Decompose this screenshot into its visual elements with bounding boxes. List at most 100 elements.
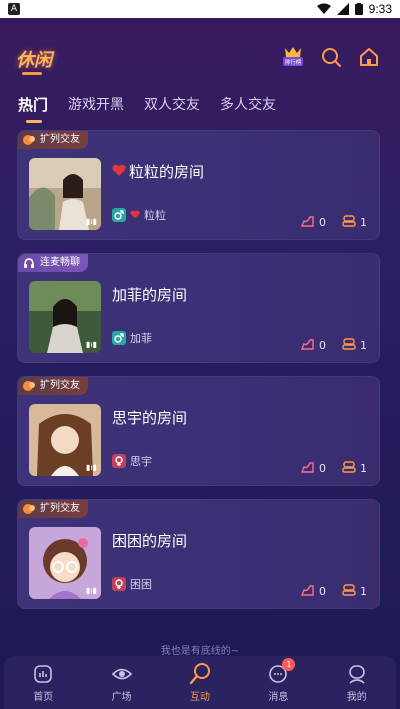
status-bar: A 9:33 [0,0,400,18]
signal-icon [336,3,349,15]
search-button[interactable] [318,44,344,70]
eye-icon [110,662,134,686]
audio-wave-icon: ▮ı▮ [85,586,97,595]
female-gender-icon [112,454,126,468]
nav-interact[interactable]: 互动 [170,662,230,703]
profile-icon [345,662,369,686]
end-of-list-note: 我也是有底线的~ [160,646,240,657]
room-tag-label: 扩列交友 [40,380,80,391]
seats-stat: 1 [342,338,367,353]
unread-badge: 1 [282,658,296,671]
owner-name: 困困 [130,578,152,591]
nav-label: 我的 [346,692,367,703]
home-shortcut-button[interactable] [356,44,382,70]
headphones-icon [24,258,34,268]
wifi-icon [316,3,331,14]
nav-eye[interactable]: 广场 [92,662,152,703]
ranking-icon: 排行榜 [283,47,303,66]
fire-bubble-icon [23,504,35,514]
room-tag-label: 扩列交友 [40,503,80,514]
interact-icon [188,662,212,686]
room-tag: 连麦畅聊 [18,254,88,272]
seats-count: 1 [360,216,367,229]
nav-home[interactable]: 首页 [13,662,73,703]
room-stats: 01 [300,461,367,476]
room-tag: 扩列交友 [18,377,88,395]
likes-count: 0 [319,462,326,475]
high-heel-icon [300,584,315,599]
owner-name: 粒粒 [144,209,166,222]
ranking-button[interactable]: 排行榜 [280,44,306,70]
room-list: 扩列交友 ▮ı▮ 粒粒的房间 粒粒 0 1 连麦畅聊 ▮ı▮ 加菲的房间 加菲 0 1 扩列交友 ▮ı▮ 思… [17,130,380,622]
seats-count: 1 [360,339,367,352]
male-gender-icon [112,208,126,222]
room-stats: 01 [300,584,367,599]
room-tag: 扩列交友 [18,500,88,518]
tab-game[interactable]: 游戏开黑 [68,94,124,115]
nav-label: 互动 [189,692,210,703]
room-thumbnail: ▮ı▮ [29,158,101,230]
battery-icon [354,3,363,15]
nav-label: 首页 [33,692,54,703]
likes-stat: 0 [300,215,326,230]
room-title: 加菲的房间 [112,286,188,304]
room-title-row: 粒粒的房间 [112,161,204,182]
room-card[interactable]: 扩列交友 ▮ı▮ 思宇的房间 思宇 0 1 [17,376,380,486]
notification-icon: A [8,3,20,15]
room-card[interactable]: 连麦畅聊 ▮ı▮ 加菲的房间 加菲 0 1 [17,253,380,363]
room-tag-label: 扩列交友 [40,134,80,145]
room-stats: 01 [300,338,367,353]
home-icon [31,662,55,686]
room-thumbnail: ▮ı▮ [29,527,101,599]
search-icon [322,48,341,67]
room-tag: 扩列交友 [18,131,88,149]
nav-label: 消息 [268,692,289,703]
audio-wave-icon: ▮ı▮ [85,217,97,226]
room-owner: 粒粒 [112,207,166,223]
audio-wave-icon: ▮ı▮ [85,463,97,472]
app-logo: 休闲 [16,50,52,71]
room-thumbnail: ▮ı▮ [29,281,101,353]
male-gender-icon [112,331,126,345]
room-title-row: 困困的房间 [112,530,187,551]
status-time: 9:33 [368,2,392,16]
audio-wave-icon: ▮ı▮ [85,340,97,349]
room-title: 困困的房间 [112,532,188,550]
room-card[interactable]: 扩列交友 ▮ı▮ 困困的房间 困困 0 1 [17,499,380,609]
room-tag-label: 连麦畅聊 [40,257,80,268]
likes-count: 0 [319,585,326,598]
tab-duo[interactable]: 双人交友 [144,94,200,115]
room-stats: 01 [300,215,367,230]
bottom-nav: 首页 广场 互动 1 消息 我的 [4,656,396,709]
likes-count: 0 [319,339,326,352]
high-heel-icon [300,461,315,476]
room-card[interactable]: 扩列交友 ▮ı▮ 粒粒的房间 粒粒 0 1 [17,130,380,240]
likes-stat: 0 [300,461,326,476]
seat-icon [342,338,356,353]
house-icon [360,48,378,66]
seats-count: 1 [360,462,367,475]
likes-stat: 0 [300,584,326,599]
seats-count: 1 [360,585,367,598]
owner-name: 加菲 [130,332,152,345]
room-owner: 思宇 [112,453,152,469]
high-heel-icon [300,215,315,230]
owner-name: 思宇 [130,455,152,468]
fire-bubble-icon [23,135,35,145]
room-title: 粒粒的房间 [129,163,205,181]
tab-multi[interactable]: 多人交友 [220,94,276,115]
small-heart-icon [130,209,140,222]
tab-hot[interactable]: 热门 [18,94,48,123]
likes-count: 0 [319,216,326,229]
seats-stat: 1 [342,215,367,230]
seat-icon [342,215,356,230]
seats-stat: 1 [342,461,367,476]
room-owner: 加菲 [112,330,152,346]
seats-stat: 1 [342,584,367,599]
nav-profile[interactable]: 我的 [327,662,387,703]
female-gender-icon [112,577,126,591]
high-heel-icon [300,338,315,353]
heart-icon [112,163,126,181]
nav-label: 广场 [111,692,132,703]
nav-message[interactable]: 1 消息 [248,658,308,703]
